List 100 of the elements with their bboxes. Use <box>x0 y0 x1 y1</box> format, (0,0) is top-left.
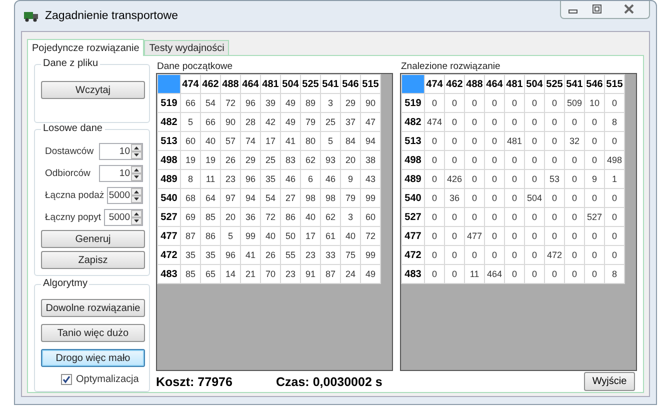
number-field[interactable]: 5000 <box>107 187 143 204</box>
table-cell: 0 <box>464 150 484 170</box>
table-cell: 72 <box>260 208 280 226</box>
checkbox[interactable] <box>61 374 72 385</box>
table-cell: 0 <box>544 132 564 150</box>
table-cell: 37 <box>340 112 360 132</box>
table-cell: 47 <box>360 112 380 132</box>
spin-arrows-icon[interactable] <box>131 210 142 225</box>
row-header: 489 <box>158 170 180 188</box>
spin-arrows-icon[interactable] <box>131 144 142 159</box>
table-cell: 42 <box>260 112 280 132</box>
table-cell: 99 <box>360 246 380 264</box>
table-cell: 62 <box>300 150 320 170</box>
table-cell: 96 <box>220 246 240 264</box>
table-cell: 70 <box>260 264 280 284</box>
table-cell: 57 <box>220 132 240 150</box>
table-cell: 32 <box>564 132 584 150</box>
push-button[interactable]: Zapisz <box>41 251 145 269</box>
table-cell: 14 <box>220 264 240 284</box>
table-cell: 80 <box>300 132 320 150</box>
table-cell: 40 <box>260 226 280 246</box>
number-field[interactable]: 10 <box>99 143 143 160</box>
table-cell: 68 <box>180 188 200 208</box>
table-cell: 90 <box>220 112 240 132</box>
push-button[interactable]: Wczytaj <box>41 81 145 99</box>
table-cell: 0 <box>424 170 444 188</box>
row-header: 513 <box>402 132 424 150</box>
table-cell: 39 <box>260 94 280 112</box>
table-cell: 11 <box>464 264 484 284</box>
table-cell: 0 <box>444 132 464 150</box>
group-title: Dane z pliku <box>41 58 100 69</box>
table-cell: 3 <box>340 208 360 226</box>
number-field[interactable]: 10 <box>99 165 143 182</box>
table-cell: 0 <box>424 150 444 170</box>
table-cell: 28 <box>240 112 260 132</box>
table-cell: 0 <box>544 188 564 208</box>
table-cell: 0 <box>504 150 524 170</box>
spin-arrows-icon[interactable] <box>131 166 142 181</box>
row-header: 472 <box>158 246 180 264</box>
column-header: 481 <box>504 74 524 94</box>
row-header: 482 <box>402 112 424 132</box>
tab[interactable]: Testy wydajności <box>144 40 230 55</box>
push-button[interactable]: Tanio więc dużo <box>41 324 145 342</box>
table-cell: 8 <box>604 112 624 132</box>
column-header: 462 <box>200 74 220 94</box>
table-cell: 464 <box>484 264 504 284</box>
table-cell: 19 <box>180 150 200 170</box>
column-header: 541 <box>320 74 340 94</box>
table-cell: 25 <box>260 150 280 170</box>
row-header: 477 <box>158 226 180 246</box>
table-cell: 41 <box>280 132 300 150</box>
table-cell: 33 <box>320 246 340 264</box>
table-cell: 0 <box>464 208 484 226</box>
table-cell: 97 <box>220 188 240 208</box>
number-field[interactable]: 5000 <box>104 209 143 226</box>
table-cell: 98 <box>300 188 320 208</box>
table-cell: 0 <box>464 132 484 150</box>
table-cell: 87 <box>180 226 200 246</box>
table-cell: 477 <box>464 226 484 246</box>
table-cell: 29 <box>240 150 260 170</box>
table-cell: 0 <box>544 264 564 284</box>
row-header: 513 <box>158 132 180 150</box>
push-button[interactable]: Dowolne rozwiązanie <box>41 299 145 317</box>
table-cell: 0 <box>524 246 544 264</box>
row-header: 498 <box>402 150 424 170</box>
push-button[interactable]: Generuj <box>41 230 145 248</box>
table-cell: 0 <box>424 264 444 284</box>
table-cell: 0 <box>584 132 604 150</box>
table-cell: 0 <box>544 150 564 170</box>
table-cell: 0 <box>504 94 524 112</box>
table-cell: 0 <box>484 226 504 246</box>
table-cell: 8 <box>180 170 200 188</box>
table-cell: 46 <box>320 170 340 188</box>
table-cell: 35 <box>200 246 220 264</box>
tab[interactable]: Pojedyncze rozwiązanie <box>27 39 144 56</box>
table-cell: 23 <box>300 246 320 264</box>
table-cell: 83 <box>280 150 300 170</box>
table-cell: 0 <box>604 208 624 226</box>
column-header: 525 <box>300 74 320 94</box>
data-grid[interactable] <box>400 73 637 371</box>
table-cell: 64 <box>200 188 220 208</box>
table-cell: 0 <box>484 94 504 112</box>
table-cell: 9 <box>340 170 360 188</box>
table-cell: 527 <box>584 208 604 226</box>
data-grid[interactable] <box>156 73 393 371</box>
table-cell: 0 <box>584 112 604 132</box>
table-cell: 98 <box>320 188 340 208</box>
push-button[interactable]: Drogo więc mało <box>41 349 145 367</box>
table-cell: 0 <box>484 208 504 226</box>
table-cell: 38 <box>360 150 380 170</box>
table-cell: 53 <box>544 170 564 188</box>
table-cell: 1 <box>604 170 624 188</box>
table-cell: 0 <box>484 246 504 264</box>
table-cell: 79 <box>340 188 360 208</box>
corner-cell <box>402 74 424 94</box>
exit-button[interactable]: Wyjście <box>584 372 635 391</box>
spin-arrows-icon[interactable] <box>131 188 142 203</box>
table-cell: 0 <box>604 226 624 246</box>
table-cell: 93 <box>320 150 340 170</box>
table-cell: 0 <box>544 112 564 132</box>
